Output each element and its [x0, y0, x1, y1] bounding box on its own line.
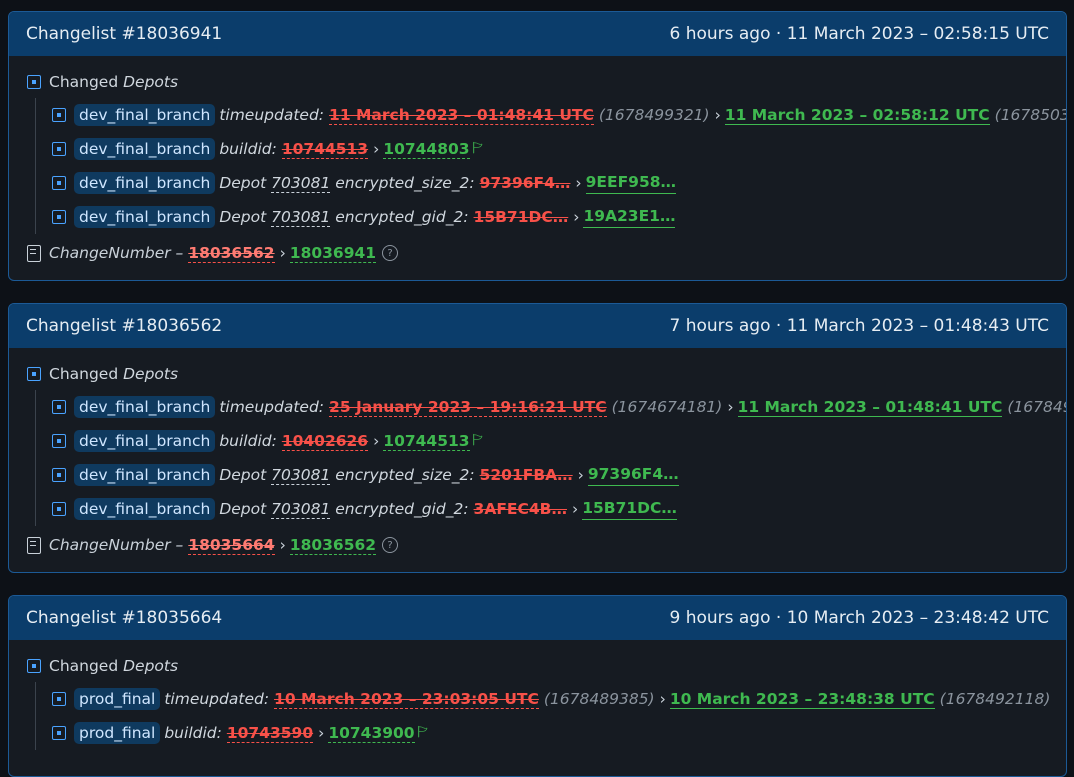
- depot-change-row: dev_final_branch Depot 703081 encrypted_…: [52, 200, 1048, 234]
- old-value[interactable]: 10 March 2023 – 23:03:05 UTC: [274, 690, 539, 709]
- change-number-row: ChangeNumber – 18036562 › 18036941 ?: [27, 238, 1048, 268]
- old-value[interactable]: 10744513: [281, 140, 369, 159]
- flag-icon: 🏱: [472, 432, 483, 447]
- old-value[interactable]: 25 January 2023 – 19:16:21 UTC: [329, 398, 607, 417]
- depot-change-row: dev_final_branch Depot 703081 encrypted_…: [52, 492, 1048, 526]
- previous-changelist-link[interactable]: 18036562: [188, 244, 275, 263]
- old-value[interactable]: 10743590: [226, 724, 314, 743]
- document-check-icon: [27, 244, 41, 262]
- depot-change-row: dev_final_branch timeupdated: 25 January…: [52, 390, 1066, 424]
- changelist-card: Changelist #18035664 9 hours ago · 10 Ma…: [8, 595, 1067, 777]
- depot-change-row: dev_final_branch Depot 703081 encrypted_…: [52, 458, 1048, 492]
- changelist-title[interactable]: Changelist #18036562: [26, 316, 222, 336]
- question-circle-icon[interactable]: ?: [382, 537, 399, 553]
- depot-change-row: prod_final buildid: 10743590 › 10743900 …: [52, 716, 1048, 750]
- old-value[interactable]: 97396F4…: [480, 174, 571, 192]
- branch-badge[interactable]: dev_final_branch: [74, 396, 216, 418]
- square-dot-icon: [27, 75, 41, 89]
- new-value[interactable]: 9EEF958…: [585, 173, 677, 194]
- branch-badge[interactable]: dev_final_branch: [74, 138, 216, 160]
- square-dot-icon: [27, 659, 41, 673]
- square-dot-icon: [52, 692, 66, 706]
- flag-icon: 🏱: [417, 724, 428, 739]
- new-value[interactable]: 10 March 2023 – 23:48:38 UTC: [669, 690, 935, 709]
- depot-id[interactable]: 703081: [271, 466, 331, 485]
- square-dot-icon: [52, 108, 66, 122]
- changelist-title[interactable]: Changelist #18036941: [26, 24, 222, 44]
- branch-badge[interactable]: dev_final_branch: [74, 172, 216, 194]
- square-dot-icon: [52, 400, 66, 414]
- new-value[interactable]: 19A23E1…: [583, 207, 676, 228]
- branch-badge[interactable]: prod_final: [74, 688, 161, 710]
- depot-change-row: dev_final_branch timeupdated: 11 March 2…: [52, 98, 1066, 132]
- depot-id[interactable]: 703081: [271, 208, 331, 227]
- square-dot-icon: [52, 434, 66, 448]
- depot-change-row: dev_final_branch buildid: 10744513 › 107…: [52, 132, 1048, 166]
- branch-badge[interactable]: dev_final_branch: [74, 206, 216, 228]
- change-number-row: ChangeNumber – 18035664 › 18036562 ?: [27, 530, 1048, 560]
- document-check-icon: [27, 536, 41, 554]
- new-value[interactable]: 10744513: [383, 432, 470, 451]
- square-dot-icon: [52, 142, 66, 156]
- square-dot-icon: [52, 468, 66, 482]
- new-value[interactable]: 10744803: [383, 140, 470, 159]
- square-dot-icon: [52, 502, 66, 516]
- new-value[interactable]: 10743900: [328, 724, 415, 743]
- old-value[interactable]: 3AFEC4B…: [474, 500, 567, 518]
- old-value[interactable]: 15B71DC…: [474, 208, 569, 226]
- new-value[interactable]: 97396F4…: [587, 465, 679, 486]
- current-changelist-link[interactable]: 18036941: [289, 244, 377, 263]
- depot-change-row: dev_final_branch Depot 703081 encrypted_…: [52, 166, 1048, 200]
- changelist-time: 7 hours ago · 11 March 2023 – 01:48:43 U…: [669, 316, 1049, 336]
- new-value[interactable]: 11 March 2023 – 01:48:41 UTC: [737, 398, 1003, 417]
- old-value[interactable]: 5201FBA…: [480, 466, 573, 484]
- old-value[interactable]: 11 March 2023 – 01:48:41 UTC: [329, 106, 594, 125]
- changed-depots-heading: Changed Depots: [27, 654, 1048, 678]
- changelist-time: 6 hours ago · 11 March 2023 – 02:58:15 U…: [669, 24, 1049, 44]
- square-dot-icon: [52, 210, 66, 224]
- changelist-header: Changelist #18036562 7 hours ago · 11 Ma…: [9, 304, 1066, 348]
- depot-change-row: prod_final timeupdated: 10 March 2023 – …: [52, 682, 1050, 716]
- new-value[interactable]: 11 March 2023 – 02:58:12 UTC: [724, 106, 990, 125]
- branch-badge[interactable]: dev_final_branch: [74, 498, 216, 520]
- branch-badge[interactable]: dev_final_branch: [74, 430, 216, 452]
- changelist-time: 9 hours ago · 10 March 2023 – 23:48:42 U…: [669, 608, 1049, 628]
- changelist-title[interactable]: Changelist #18035664: [26, 608, 222, 628]
- old-value[interactable]: 10402626: [281, 432, 369, 451]
- changed-depots-heading: Changed Depots: [27, 70, 1048, 94]
- changelist-header: Changelist #18036941 6 hours ago · 11 Ma…: [9, 12, 1066, 56]
- branch-badge[interactable]: prod_final: [74, 722, 161, 744]
- current-changelist-link[interactable]: 18036562: [289, 536, 377, 555]
- flag-icon: 🏱: [472, 140, 483, 155]
- square-dot-icon: [52, 176, 66, 190]
- changelist-header: Changelist #18035664 9 hours ago · 10 Ma…: [9, 596, 1066, 640]
- previous-changelist-link[interactable]: 18035664: [188, 536, 275, 555]
- square-dot-icon: [27, 367, 41, 381]
- depot-id[interactable]: 703081: [271, 174, 331, 193]
- square-dot-icon: [52, 726, 66, 740]
- changed-depots-heading: Changed Depots: [27, 362, 1048, 386]
- depot-change-row: dev_final_branch buildid: 10402626 › 107…: [52, 424, 1048, 458]
- question-circle-icon[interactable]: ?: [382, 245, 399, 261]
- changelist-card: Changelist #18036941 6 hours ago · 11 Ma…: [8, 11, 1067, 281]
- branch-badge[interactable]: dev_final_branch: [74, 464, 216, 486]
- branch-badge[interactable]: dev_final_branch: [74, 104, 216, 126]
- changelist-card: Changelist #18036562 7 hours ago · 11 Ma…: [8, 303, 1067, 573]
- depot-id[interactable]: 703081: [271, 500, 331, 519]
- new-value[interactable]: 15B71DC…: [582, 499, 677, 520]
